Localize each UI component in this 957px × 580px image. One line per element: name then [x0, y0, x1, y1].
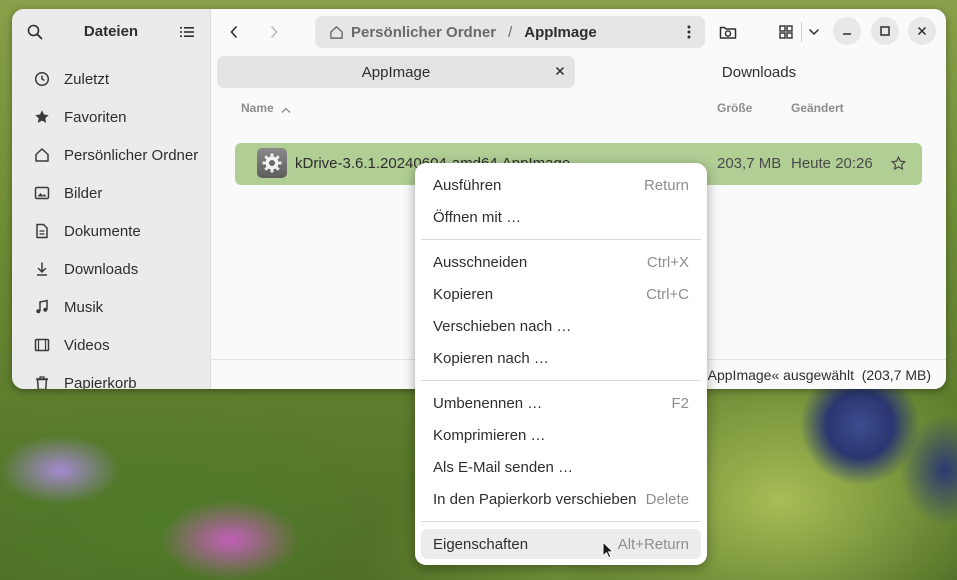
sidebar-item-recent[interactable]: Zuletzt: [22, 63, 202, 95]
forward-icon[interactable]: [259, 17, 289, 47]
back-icon[interactable]: [219, 17, 249, 47]
column-header-size[interactable]: Größe: [717, 101, 752, 115]
sidebar-item-label: Persönlicher Ordner: [64, 146, 199, 164]
star-icon[interactable]: [891, 156, 906, 171]
menu-separator: [421, 521, 701, 522]
menu-item-label: In den Papierkorb verschieben: [433, 491, 637, 508]
menu-item-cut[interactable]: Ausschneiden Ctrl+X: [421, 247, 701, 277]
menu-item-properties[interactable]: Eigenschaften Alt+Return: [421, 529, 701, 559]
menu-separator: [421, 380, 701, 381]
menu-item-rename[interactable]: Umbenennen … F2: [421, 388, 701, 418]
column-header-modified[interactable]: Geändert: [791, 101, 844, 115]
chevron-down-icon[interactable]: [799, 17, 829, 47]
video-icon: [32, 337, 52, 353]
menu-item-shortcut: Ctrl+C: [646, 286, 689, 303]
sidebar-item-downloads[interactable]: Downloads: [22, 253, 202, 285]
tab-label: Downloads: [721, 63, 797, 81]
menu-item-run[interactable]: Ausführen Return: [421, 170, 701, 200]
menu-item-copy[interactable]: Kopieren Ctrl+C: [421, 279, 701, 309]
menu-item-move-to[interactable]: Verschieben nach …: [421, 311, 701, 341]
more-options-icon[interactable]: [687, 25, 691, 39]
menu-item-move-to-trash[interactable]: In den Papierkorb verschieben Delete: [421, 484, 701, 514]
grid-view-icon[interactable]: [771, 17, 801, 47]
clock-icon: [32, 71, 52, 87]
home-icon: [329, 25, 344, 40]
executable-gear-icon: [257, 148, 287, 178]
breadcrumb-current[interactable]: AppImage: [524, 24, 597, 41]
menu-item-label: Kopieren: [433, 286, 494, 303]
sidebar-item-label: Favoriten: [64, 108, 127, 126]
sidebar-item-pictures[interactable]: Bilder: [22, 177, 202, 209]
breadcrumb-separator: /: [508, 23, 513, 41]
menu-item-label: Kopieren nach …: [433, 350, 549, 367]
menu-item-compress[interactable]: Komprimieren …: [421, 420, 701, 450]
sidebar-item-label: Bilder: [64, 184, 103, 202]
close-tab-icon[interactable]: [555, 66, 565, 76]
tab-label: AppImage: [361, 63, 431, 81]
sort-ascending-icon: [281, 102, 291, 116]
close-icon[interactable]: [908, 17, 936, 45]
path-bar[interactable]: Persönlicher Ordner / AppImage: [315, 16, 705, 48]
music-icon: [32, 299, 52, 315]
menu-separator: [421, 239, 701, 240]
sidebar-item-label: Dokumente: [64, 222, 141, 240]
file-size: 203,7 MB: [717, 155, 782, 172]
sidebar-item-label: Videos: [64, 336, 110, 354]
column-header-name[interactable]: Name: [241, 101, 291, 116]
sidebar-item-trash[interactable]: Papierkorb: [22, 367, 202, 389]
menu-item-shortcut: F2: [671, 395, 689, 412]
menu-item-label: Als E-Mail senden …: [433, 459, 574, 476]
sidebar-item-label: Musik: [64, 298, 104, 316]
column-name-label: Name: [241, 101, 274, 115]
sidebar-item-home[interactable]: Persönlicher Ordner: [22, 139, 202, 171]
download-icon: [32, 261, 52, 277]
breadcrumb-home[interactable]: Persönlicher Ordner: [351, 24, 496, 41]
sidebar: Dateien Zuletzt Favoriten Persönlicher O…: [12, 9, 211, 389]
menu-icon[interactable]: [172, 17, 202, 47]
menu-item-shortcut: Return: [643, 177, 689, 194]
menu-item-label: Öffnen mit …: [433, 209, 522, 226]
tab-downloads[interactable]: Downloads: [583, 56, 935, 88]
sidebar-item-music[interactable]: Musik: [22, 291, 202, 323]
sidebar-item-favorites[interactable]: Favoriten: [22, 101, 202, 133]
document-icon: [32, 223, 52, 239]
menu-item-open-with[interactable]: Öffnen mit …: [421, 202, 701, 232]
menu-item-label: Ausschneiden: [433, 254, 528, 271]
trash-icon: [32, 375, 52, 389]
minimize-icon[interactable]: [833, 17, 861, 45]
sidebar-item-label: Zuletzt: [64, 70, 110, 88]
menu-item-copy-to[interactable]: Kopieren nach …: [421, 343, 701, 373]
new-folder-icon[interactable]: [713, 17, 743, 47]
maximize-icon[interactable]: [871, 17, 899, 45]
menu-item-label: Verschieben nach …: [433, 318, 572, 335]
menu-item-label: Eigenschaften: [433, 536, 529, 553]
tab-appimage[interactable]: AppImage: [217, 56, 575, 88]
menu-item-shortcut: Ctrl+X: [646, 254, 689, 271]
menu-item-send-email[interactable]: Als E-Mail senden …: [421, 452, 701, 482]
mouse-cursor-icon: [602, 540, 615, 564]
menu-item-shortcut: Delete: [645, 491, 689, 508]
menu-item-shortcut: Alt+Return: [617, 536, 689, 553]
sidebar-item-label: Downloads: [64, 260, 139, 278]
sidebar-item-label: Papierkorb: [64, 374, 137, 390]
sidebar-header: Dateien: [12, 9, 210, 55]
sidebar-item-documents[interactable]: Dokumente: [22, 215, 202, 247]
status-text: AppImage« ausgewählt (203,7 MB): [707, 367, 931, 383]
menu-item-label: Komprimieren …: [433, 427, 546, 444]
menu-item-label: Umbenennen …: [433, 395, 543, 412]
menu-item-label: Ausführen: [433, 177, 502, 194]
home-icon: [32, 147, 52, 163]
image-icon: [32, 185, 52, 201]
context-menu: Ausführen Return Öffnen mit … Ausschneid…: [415, 163, 707, 565]
star-icon: [32, 109, 52, 125]
file-modified: Heute 20:26: [791, 155, 873, 172]
sidebar-item-videos[interactable]: Videos: [22, 329, 202, 361]
